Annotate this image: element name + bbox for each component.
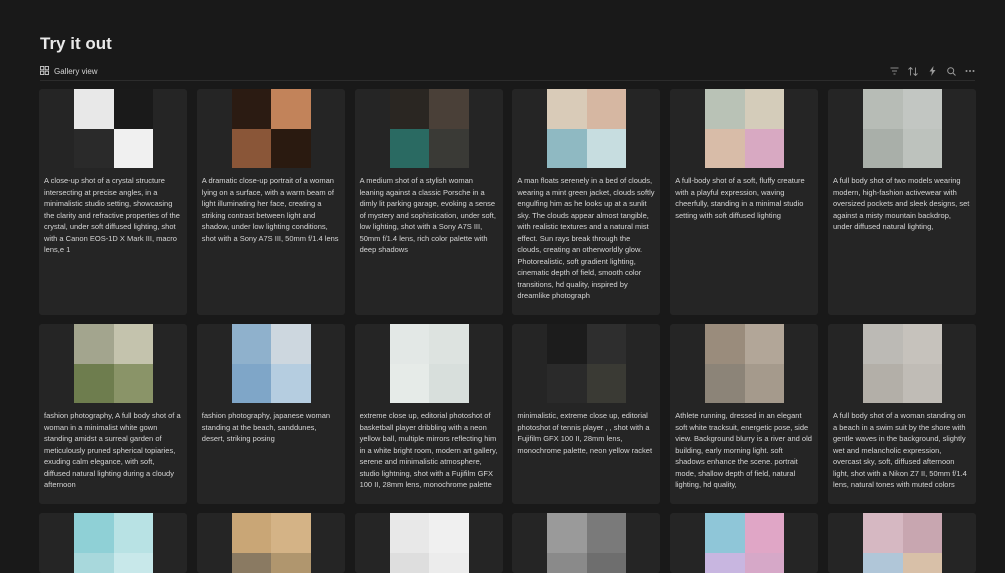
card-caption: A full body shot of two models wearing m… <box>833 176 970 231</box>
card-thumbnail <box>547 324 627 403</box>
card-thumbnail <box>74 89 153 168</box>
card-caption: A full-body shot of a soft, fluffy creat… <box>675 176 805 220</box>
gallery-card[interactable]: extreme close up, editorial photoshot of… <box>354 324 503 504</box>
gallery-view-tab[interactable]: Gallery view <box>40 65 98 77</box>
card-thumbnail <box>74 513 153 573</box>
card-caption: A dramatic close-up portrait of a woman … <box>201 176 339 243</box>
filter-icon[interactable] <box>889 66 899 76</box>
gallery-card[interactable]: A dramatic close-up portrait of a woman … <box>196 89 345 315</box>
card-caption: fashion photography, A full body shot of… <box>44 411 181 489</box>
gallery-card[interactable] <box>828 513 976 573</box>
card-thumbnail <box>705 324 785 403</box>
gallery-card[interactable]: Athlete running, dressed in an elegant s… <box>670 324 819 504</box>
search-icon[interactable] <box>946 66 956 76</box>
gallery-card[interactable]: A medium shot of a stylish woman leaning… <box>354 89 503 315</box>
gallery-card[interactable] <box>670 513 819 573</box>
card-thumbnail <box>231 89 311 168</box>
card-thumbnail <box>705 513 785 573</box>
view-divider <box>40 80 975 81</box>
gallery-card[interactable]: A close-up shot of a crystal structure i… <box>39 89 187 315</box>
card-caption: Athlete running, dressed in an elegant s… <box>675 411 812 489</box>
sort-icon[interactable] <box>908 66 918 76</box>
card-thumbnail <box>863 324 942 403</box>
gallery-card[interactable]: fashion photography, A full body shot of… <box>39 324 187 504</box>
card-caption: A medium shot of a stylish woman leaning… <box>359 176 496 254</box>
card-thumbnail <box>547 89 627 168</box>
view-toolbar <box>889 66 975 76</box>
gallery-card[interactable] <box>196 513 345 573</box>
card-caption: minimalistic, extreme close up, editoria… <box>517 411 653 455</box>
card-thumbnail <box>705 89 785 168</box>
card-thumbnail <box>231 324 311 403</box>
gallery-card[interactable] <box>512 513 661 573</box>
gallery-grid-icon <box>40 65 49 77</box>
lightning-icon[interactable] <box>927 66 937 76</box>
page-title: Try it out <box>40 34 112 53</box>
card-caption: extreme close up, editorial photoshot of… <box>359 411 498 489</box>
gallery-card[interactable] <box>39 513 187 573</box>
more-icon[interactable] <box>965 66 975 76</box>
gallery-card[interactable] <box>354 513 503 573</box>
card-thumbnail <box>74 324 153 403</box>
card-thumbnail <box>547 513 627 573</box>
card-thumbnail <box>389 89 469 168</box>
card-thumbnail <box>389 513 469 573</box>
card-caption: A full body shot of a woman standing on … <box>833 411 967 489</box>
view-bar: Gallery view <box>40 62 975 80</box>
card-caption: A man floats serenely in a bed of clouds… <box>517 176 655 300</box>
gallery-view-label: Gallery view <box>54 66 98 76</box>
card-thumbnail <box>231 513 311 573</box>
card-thumbnail <box>863 513 942 573</box>
gallery-card[interactable]: A man floats serenely in a bed of clouds… <box>512 89 661 315</box>
card-thumbnail <box>863 89 942 168</box>
gallery-card[interactable]: fashion photography, japanese woman stan… <box>196 324 345 504</box>
gallery-card[interactable]: A full body shot of two models wearing m… <box>828 89 976 315</box>
gallery-card[interactable]: minimalistic, extreme close up, editoria… <box>512 324 661 504</box>
card-thumbnail <box>389 324 469 403</box>
card-caption: A close-up shot of a crystal structure i… <box>44 176 180 254</box>
gallery-card[interactable]: A full-body shot of a soft, fluffy creat… <box>670 89 819 315</box>
gallery-card[interactable]: A full body shot of a woman standing on … <box>828 324 976 504</box>
card-caption: fashion photography, japanese woman stan… <box>201 411 331 443</box>
